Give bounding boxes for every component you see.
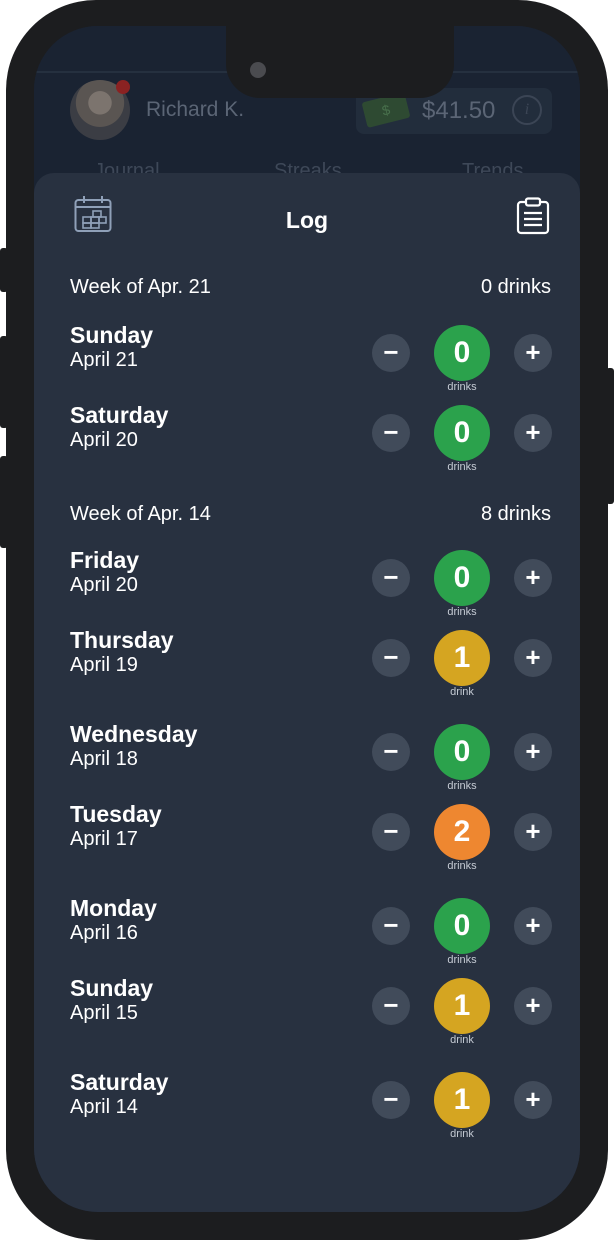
day-row: Sunday April 21 − 0 drinks + — [34, 322, 580, 402]
day-row: Monday April 16 − 0 drinks + — [34, 895, 580, 975]
power-button — [606, 368, 614, 504]
drink-unit: drinks — [447, 780, 477, 792]
drink-unit: drink — [450, 1128, 474, 1140]
week-header: Week of Apr. 14 8 drinks — [70, 503, 551, 527]
day-row: Wednesday April 18 − 0 drinks + — [34, 721, 580, 801]
day-date: April 21 — [70, 349, 138, 371]
day-row: Thursday April 19 − 1 drink + — [34, 627, 580, 707]
increment-button[interactable]: + — [514, 813, 552, 851]
decrement-button[interactable]: − — [372, 334, 410, 372]
day-date: April 18 — [70, 748, 138, 770]
drink-unit: drinks — [447, 461, 477, 473]
week-total: 8 drinks — [480, 503, 551, 525]
drink-count: 0 — [434, 724, 490, 780]
day-row: Saturday April 20 − 0 drinks + — [34, 402, 580, 482]
decrement-button[interactable]: − — [372, 987, 410, 1025]
decrement-button[interactable]: − — [372, 907, 410, 945]
day-date: April 15 — [70, 1002, 138, 1024]
drink-count: 0 — [434, 898, 490, 954]
drink-unit: drink — [450, 686, 474, 698]
week-header: Week of Apr. 21 0 drinks — [70, 276, 551, 300]
week-total: 0 drinks — [480, 276, 551, 298]
side-button — [0, 248, 8, 292]
day-row: Saturday April 14 − 1 drink + — [34, 1069, 580, 1149]
day-name: Sunday — [70, 975, 154, 1001]
day-date: April 16 — [70, 922, 138, 944]
increment-button[interactable]: + — [514, 559, 552, 597]
drink-count: 1 — [434, 630, 490, 686]
day-name: Saturday — [70, 402, 169, 428]
decrement-button[interactable]: − — [372, 733, 410, 771]
day-name: Wednesday — [70, 721, 198, 747]
day-row: Friday April 20 − 0 drinks + — [34, 547, 580, 627]
week-label: Week of Apr. 21 — [70, 276, 211, 298]
week-label: Week of Apr. 14 — [70, 503, 211, 525]
drink-count: 0 — [434, 405, 490, 461]
username: Richard K. — [146, 98, 245, 121]
day-date: April 19 — [70, 654, 138, 676]
drink-count: 2 — [434, 804, 490, 860]
screen: Richard K. $ $41.50 i Journal Streaks Tr… — [34, 26, 580, 1212]
increment-button[interactable]: + — [514, 1081, 552, 1119]
log-sheet: Log Week of Apr. 21 0 drinks Sunday Apri… — [34, 173, 580, 1212]
increment-button[interactable]: + — [514, 639, 552, 677]
drink-count: 1 — [434, 1072, 490, 1128]
drink-unit: drink — [450, 1034, 474, 1046]
decrement-button[interactable]: − — [372, 559, 410, 597]
drink-unit: drinks — [447, 381, 477, 393]
drink-unit: drinks — [447, 860, 477, 872]
info-icon[interactable]: i — [512, 95, 542, 125]
volume-up-button — [0, 336, 8, 428]
day-row: Sunday April 15 − 1 drink + — [34, 975, 580, 1055]
camera-icon — [250, 62, 266, 78]
notification-dot — [116, 80, 130, 94]
increment-button[interactable]: + — [514, 334, 552, 372]
day-name: Saturday — [70, 1069, 169, 1095]
balance-amount: $41.50 — [422, 97, 496, 124]
day-date: April 20 — [70, 429, 138, 451]
day-row: Tuesday April 17 − 2 drinks + — [34, 801, 580, 881]
increment-button[interactable]: + — [514, 733, 552, 771]
day-name: Thursday — [70, 627, 174, 653]
increment-button[interactable]: + — [514, 414, 552, 452]
day-date: April 14 — [70, 1096, 138, 1118]
volume-down-button — [0, 456, 8, 548]
drink-count: 0 — [434, 325, 490, 381]
day-date: April 20 — [70, 574, 138, 596]
clipboard-icon[interactable] — [516, 197, 550, 235]
decrement-button[interactable]: − — [372, 414, 410, 452]
drink-count: 0 — [434, 550, 490, 606]
drink-unit: drinks — [447, 954, 477, 966]
sheet-title: Log — [285, 207, 329, 233]
increment-button[interactable]: + — [514, 907, 552, 945]
decrement-button[interactable]: − — [372, 813, 410, 851]
drink-unit: drinks — [447, 606, 477, 618]
day-name: Monday — [70, 895, 157, 921]
drink-count: 1 — [434, 978, 490, 1034]
day-name: Friday — [70, 547, 140, 573]
increment-button[interactable]: + — [514, 987, 552, 1025]
day-name: Tuesday — [70, 801, 162, 827]
decrement-button[interactable]: − — [372, 639, 410, 677]
decrement-button[interactable]: − — [372, 1081, 410, 1119]
day-date: April 17 — [70, 828, 138, 850]
day-name: Sunday — [70, 322, 154, 348]
